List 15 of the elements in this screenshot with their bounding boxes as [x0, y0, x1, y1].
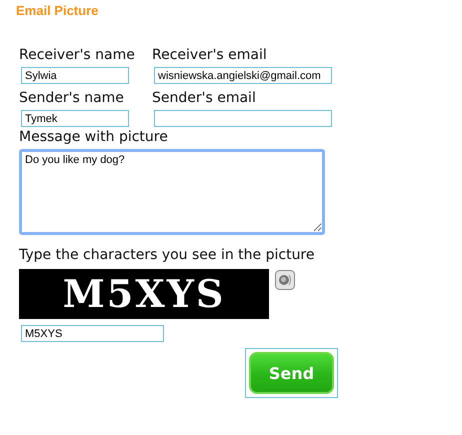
- captcha-image: M5XYS: [19, 269, 269, 319]
- field-label: Receiver's name: [19, 46, 135, 65]
- message-field[interactable]: Do you like my dog?: [19, 149, 325, 235]
- field-label: Sender's email: [152, 89, 256, 108]
- input-field[interactable]: Tymek: [21, 110, 129, 127]
- input-field[interactable]: [154, 110, 332, 127]
- input-field[interactable]: wisniewska.angielski@gmail.com: [154, 67, 332, 84]
- captcha-label: Type the characters you see in the picture: [19, 246, 314, 265]
- message-label: Message with picture: [19, 128, 168, 147]
- field-label: Sender's name: [19, 89, 124, 108]
- input-field[interactable]: Sylwia: [21, 67, 129, 84]
- captcha-field[interactable]: M5XYS: [21, 325, 164, 342]
- form-title: Email Picture: [16, 3, 98, 18]
- speaker-icon[interactable]: [275, 270, 295, 290]
- field-label: Receiver's email: [152, 46, 267, 65]
